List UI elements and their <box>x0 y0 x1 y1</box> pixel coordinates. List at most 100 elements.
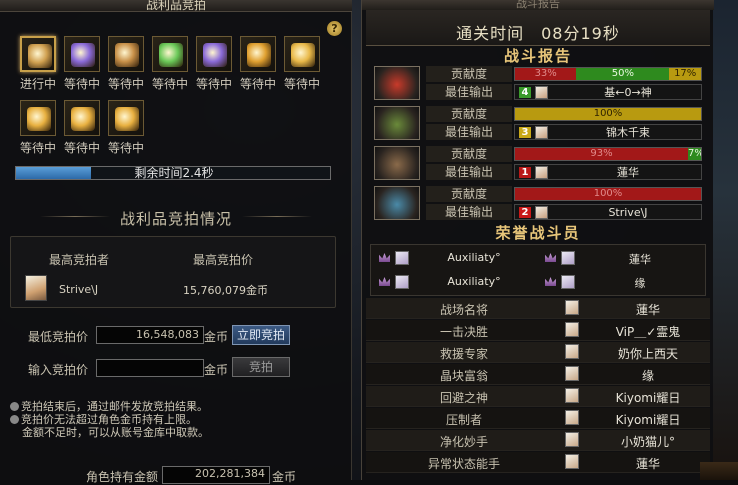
best-output-cell: 2 Strive\J <box>514 204 702 220</box>
avatar <box>395 275 409 289</box>
award-winner-name: ViP＿✓霊鬼 <box>615 325 681 339</box>
avatar <box>395 251 409 265</box>
loot-slot[interactable]: 进行中 <box>16 36 60 92</box>
honor-member-name: Auxiliaty° <box>447 251 501 264</box>
loot-slot[interactable]: 等待中 <box>60 100 104 156</box>
award-title: 回避之神 <box>439 391 488 405</box>
award-winner-name: Kiyomi耀日 <box>615 391 681 405</box>
avatar <box>565 410 579 425</box>
award-list: 战场名将 蓮华 一击决胜 ViP＿✓霊鬼 救援专家 奶你上西天 晶块富翁缘回避之神 Kiyom… <box>366 298 710 480</box>
loot-slot-status: 等待中 <box>19 141 56 155</box>
loot-slot[interactable]: 等待中 <box>148 36 192 92</box>
award-title: 净化妙手 <box>439 435 488 449</box>
best-output-label: 最佳输出 <box>426 124 512 140</box>
award-winner-name: Kiyomi耀日 <box>615 413 681 427</box>
loot-slot-frame <box>284 36 320 72</box>
loot-slot-frame <box>64 36 100 72</box>
loot-slot-frame <box>152 36 188 72</box>
report-titlebar[interactable]: 战斗报告 <box>362 0 714 10</box>
player-stat-row: 贡献度 最佳输出 100% 3 锦木千束 <box>370 106 706 142</box>
player-stat-row: 贡献度 最佳输出 100% 2 Strive\J <box>370 186 706 222</box>
green-gem-icon <box>159 43 183 67</box>
crown-icon <box>379 277 390 286</box>
held-gold-value: 202,281,384 <box>162 466 270 484</box>
loot-slot[interactable]: 等待中 <box>192 36 236 92</box>
best-output-cell: 1 蓮华 <box>514 164 702 180</box>
crown-icon <box>545 277 556 286</box>
contribution-segment: 33% <box>515 68 577 80</box>
award-title: 战场名将 <box>439 303 488 317</box>
player-stat-row: 贡献度 最佳输出 33% 50% 17% 4 基←0→神 <box>370 66 706 102</box>
award-title: 异常状态能手 <box>427 457 500 471</box>
contribution-bar: 33% 50% 17% <box>514 67 702 81</box>
contribution-segment: 100% <box>515 188 701 200</box>
auction-titlebar[interactable]: 战利品竞拍 <box>0 0 352 12</box>
gold-chest-icon <box>247 43 271 67</box>
crown-icon <box>545 253 556 262</box>
award-row: 净化妙手 小奶猫儿° <box>366 430 710 451</box>
best-output-cell: 4 基←0→神 <box>514 84 702 100</box>
loot-slot-status: 进行中 <box>19 77 56 91</box>
loot-slot-status: 等待中 <box>151 77 188 91</box>
top-bid-amount: 15,760,079金币 <box>183 284 268 297</box>
avatar <box>565 454 579 469</box>
class-portrait-icon <box>374 106 420 140</box>
min-bid-unit: 金币 <box>204 330 229 344</box>
weapon-bundle-icon <box>115 43 139 67</box>
gold-coin-bag-icon <box>27 107 51 131</box>
loot-slot[interactable]: 等待中 <box>16 100 60 156</box>
award-row: 晶块富翁 缘 <box>366 364 710 385</box>
bid-button[interactable]: 竞拍 <box>232 357 290 377</box>
min-bid-label: 最低竞拍价 <box>28 330 89 344</box>
auction-title: 战利品竞拍 <box>145 0 206 12</box>
honor-heading: 荣誉战斗员 <box>495 224 581 242</box>
honor-member-box: Auxiliaty° 蓮华 Auxiliaty° 缘 <box>370 244 706 296</box>
honor-member-name: Auxiliaty° <box>447 275 501 288</box>
avatar <box>535 126 548 139</box>
auction-status-title: 战利品竞拍情况 <box>119 210 232 228</box>
award-row: 战场名将 蓮华 <box>366 298 710 319</box>
award-winner-name: 奶你上西天 <box>617 347 678 361</box>
bullet-icon <box>10 415 19 424</box>
honor-member: Auxiliaty° <box>373 248 539 270</box>
rank-badge: 1 <box>519 167 531 178</box>
clear-time-bar: 通关时间 08分19秒 <box>366 10 710 46</box>
loot-slot[interactable]: 等待中 <box>60 36 104 92</box>
loot-slot[interactable]: 等待中 <box>236 36 280 92</box>
auction-note: 金额不足时，可以从账号金库中取款。 <box>22 424 209 440</box>
best-output-label: 最佳输出 <box>426 204 512 220</box>
class-portrait-icon <box>374 186 420 220</box>
best-output-label: 最佳输出 <box>426 84 512 100</box>
purple-gem-icon <box>71 43 95 67</box>
award-title: 晶块富翁 <box>439 369 488 383</box>
award-row: 救援专家 奶你上西天 <box>366 342 710 363</box>
award-winner-name: 蓮华 <box>635 303 660 317</box>
loot-slot[interactable]: 等待中 <box>280 36 324 92</box>
loot-slot[interactable]: 等待中 <box>104 36 148 92</box>
player-stat-row: 贡献度最佳输出93%7% 1 蓮华 <box>370 146 706 182</box>
crown-icon <box>379 253 390 262</box>
award-row: 回避之神 Kiyomi耀日 <box>366 386 710 407</box>
honor-member-name: 蓮华 <box>629 253 651 266</box>
bullet-icon <box>10 402 19 411</box>
contribution-segment: 100% <box>515 108 701 120</box>
honor-member: 缘 <box>539 272 705 294</box>
contribution-segment: 93% <box>515 148 688 160</box>
help-icon[interactable]: ? <box>327 21 342 36</box>
award-row: 异常状态能手 蓮华 <box>366 452 710 473</box>
avatar <box>565 300 579 315</box>
top-price-header: 最高竞拍价 <box>193 253 254 267</box>
award-winner-name: 蓮华 <box>635 457 660 471</box>
treasure-chest-icon <box>28 44 52 68</box>
loot-slot-status: 等待中 <box>283 77 320 91</box>
avatar <box>565 322 579 337</box>
top-bidder-avatar <box>25 275 47 301</box>
contribution-bar: 100% <box>514 187 702 201</box>
bid-input[interactable] <box>96 359 204 377</box>
loot-slot[interactable]: 等待中 <box>104 100 148 156</box>
gold-coin-bag-icon <box>71 107 95 131</box>
loot-slot-status: 等待中 <box>239 77 276 91</box>
buy-now-button[interactable]: 立即竞拍 <box>232 325 290 345</box>
award-title: 压制者 <box>445 413 482 427</box>
honor-member-name: 缘 <box>634 277 646 290</box>
